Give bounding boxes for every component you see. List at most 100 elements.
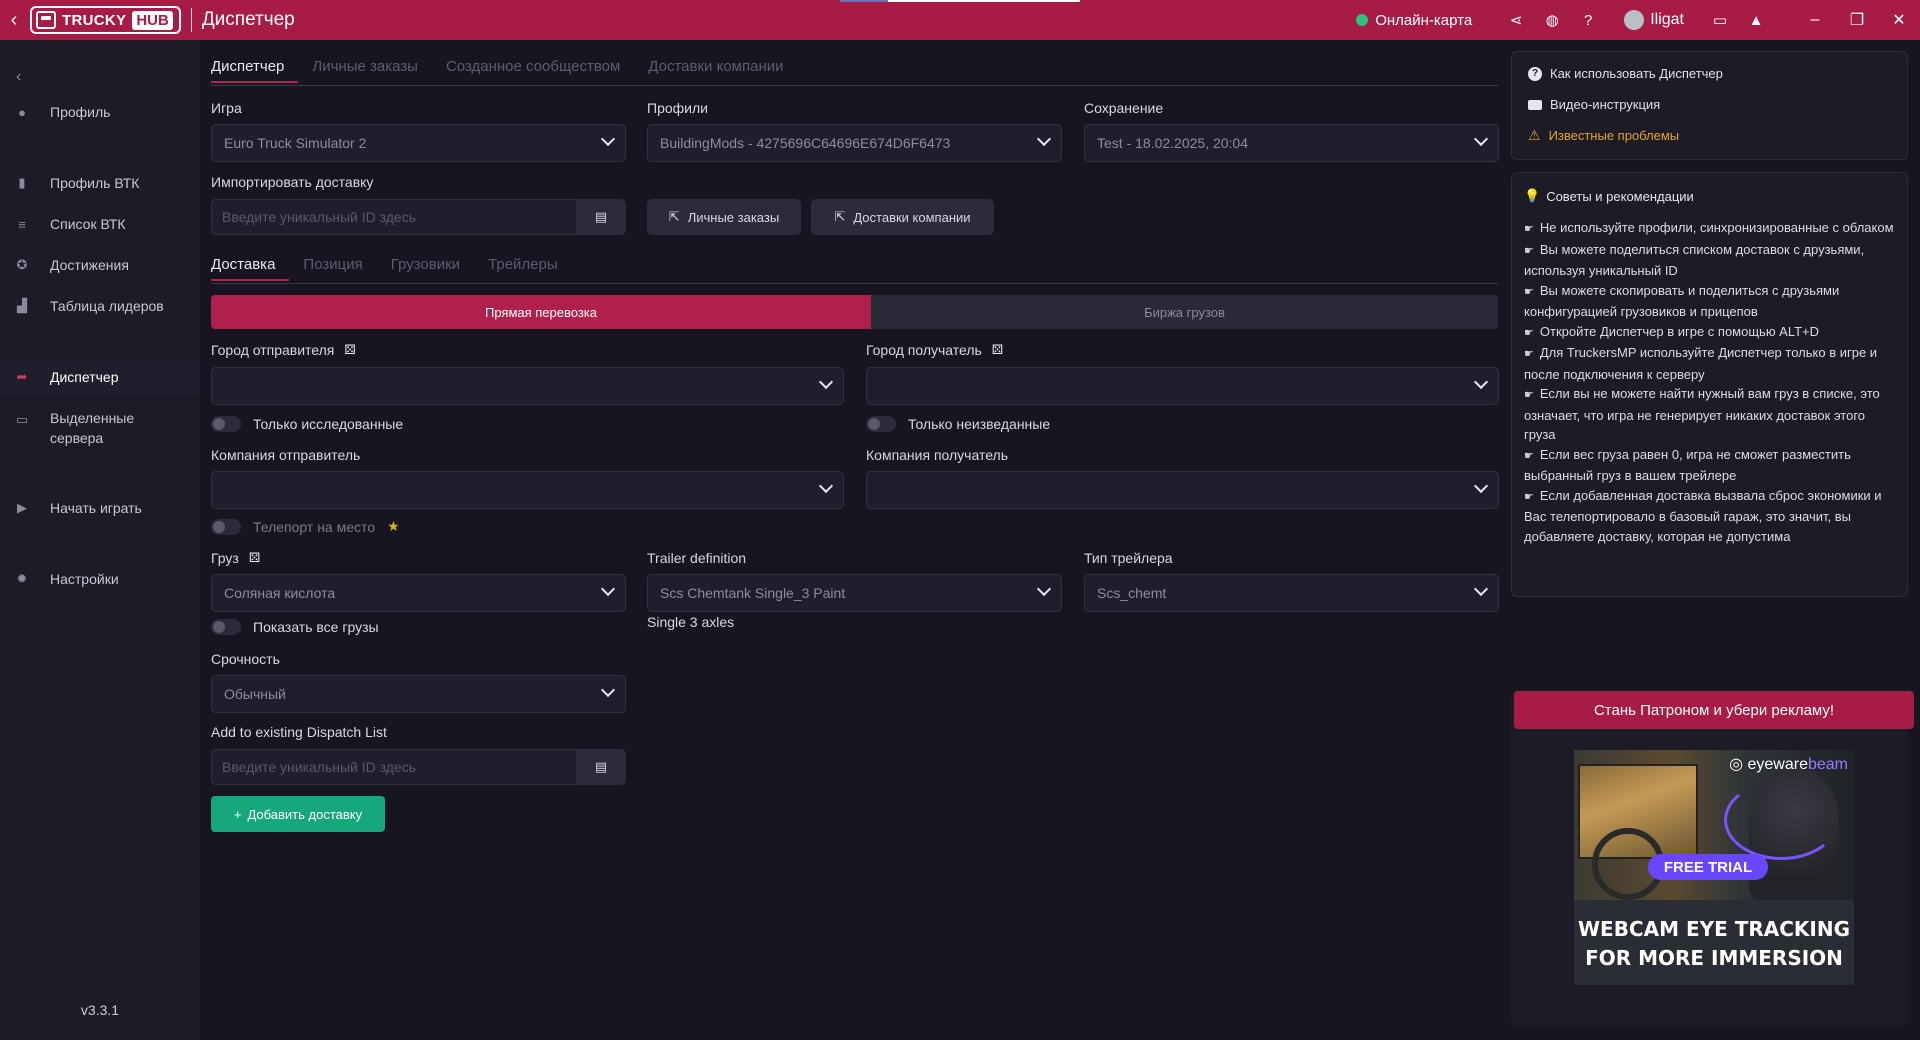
advertisement-banner[interactable]: ◎ eyewarebeam FREE TRIAL WEBCAM EYE TRAC… (1574, 750, 1854, 985)
sidebar-item-label: Выделенные сервера (50, 410, 135, 446)
user-menu[interactable]: Iligat (1624, 10, 1684, 30)
dice-icon[interactable]: ⚄ (344, 342, 355, 358)
ad-line-2: FOR MORE IMMERSION (1585, 946, 1843, 970)
cargo-select[interactable]: Соляная кислота (211, 574, 626, 612)
back-arrow-icon[interactable]: ‹ (0, 0, 28, 40)
free-trial-button[interactable]: FREE TRIAL (1648, 854, 1768, 880)
to-city-select[interactable] (866, 367, 1499, 405)
chat-icon[interactable]: ▭ (1702, 11, 1738, 29)
play-icon: ▶ (17, 500, 27, 515)
sidebar-item-settings[interactable]: ✹ Настройки (0, 560, 200, 598)
loading-indicator (840, 0, 1080, 2)
dispatch-icon: ➦ (16, 369, 28, 384)
ad-brand-b: beam (1807, 756, 1848, 773)
from-city-select[interactable] (211, 367, 844, 405)
freight-market-option[interactable]: Биржа грузов (871, 295, 1498, 329)
restore-icon[interactable]: ❐ (1836, 10, 1878, 30)
gear-icon: ✹ (16, 571, 28, 586)
trailer-definition-value: Scs Chemtank Single_3 Paint (660, 585, 846, 601)
only-explored-toggle[interactable]: Только исследованные (211, 416, 403, 432)
sidebar-item-label: Достижения (50, 257, 129, 273)
toggle-switch[interactable] (211, 619, 241, 635)
teleport-toggle[interactable]: Телепорт на место ★ (211, 518, 400, 535)
direct-transport-option[interactable]: Прямая перевозка (211, 295, 871, 329)
chevron-down-icon (600, 131, 616, 147)
sidebar-item-leaderboard[interactable]: ▟ Таблица лидеров (0, 287, 200, 325)
game-value: Euro Truck Simulator 2 (224, 135, 367, 151)
import-id-input[interactable]: Введите уникальный ID здесь (211, 199, 577, 235)
chevron-down-icon (1036, 581, 1052, 597)
game-select[interactable]: Euro Truck Simulator 2 (211, 124, 626, 162)
collapse-sidebar-icon[interactable]: ‹ (16, 68, 21, 86)
tab-personal-orders[interactable]: Личные заказы (312, 53, 432, 83)
become-patron-button[interactable]: Стань Патроном и убери рекламу! (1514, 691, 1914, 729)
tip-text: Если добавленная доставка вызвала сброс … (1524, 487, 1882, 544)
trailer-type-select[interactable]: Scs_chemt (1084, 574, 1499, 612)
sidebar-item-vtc-profile[interactable]: ▮ Профиль ВТК (0, 164, 200, 202)
tab-company-deliveries[interactable]: Доставки компании (648, 53, 797, 83)
only-unexplored-toggle[interactable]: Только неизведанные (866, 416, 1050, 432)
toggle-switch[interactable] (211, 416, 241, 432)
add-delivery-button[interactable]: + Добавить доставку (211, 796, 385, 832)
video-link[interactable]: Видео-инструкция (1528, 97, 1660, 112)
tab-trucks[interactable]: Грузовики (391, 251, 474, 281)
save-select[interactable]: Test - 18.02.2025, 20:04 (1084, 124, 1499, 162)
trailer-definition-select[interactable]: Scs Chemtank Single_3 Paint (647, 574, 1062, 612)
tip-text: Откройте Диспетчер в игре с помощью ALT+… (1539, 323, 1820, 339)
known-issues-label: Известные проблемы (1548, 128, 1680, 143)
cargo-label: Груз ⚄ (211, 550, 260, 566)
dispatch-list-input[interactable]: Введите уникальный ID здесь (211, 749, 577, 785)
close-icon[interactable]: ✕ (1878, 10, 1920, 30)
known-issues-link[interactable]: ⚠ Известные проблемы (1528, 127, 1679, 144)
sidebar-item-vtc-list[interactable]: ≡ Список ВТК (0, 205, 200, 243)
hand-icon: ☛ (1524, 449, 1534, 462)
sidebar-item-dispatcher[interactable]: ➦ Диспетчер (0, 358, 200, 396)
globe-icon[interactable]: ◍ (1534, 11, 1570, 29)
minimize-icon[interactable]: – (1794, 11, 1836, 29)
sidebar-item-start-playing[interactable]: ▶ Начать играть (0, 489, 200, 527)
hand-icon: ☛ (1524, 490, 1534, 503)
paste-button[interactable]: ▤ (576, 199, 626, 235)
sidebar-item-dedicated-servers[interactable]: ▭ Выделенные сервера (0, 402, 200, 454)
tab-delivery[interactable]: Доставка (211, 251, 290, 281)
dice-icon[interactable]: ⚄ (249, 550, 260, 566)
bell-icon[interactable]: ▲ (1738, 12, 1774, 29)
to-company-select[interactable] (866, 471, 1499, 509)
tab-position[interactable]: Позиция (303, 251, 376, 281)
company-deliveries-label: Доставки компании (853, 209, 971, 225)
profiles-select[interactable]: BuildingMods - 4275696C64696E674D6F6473 (647, 124, 1062, 162)
online-map-link[interactable]: Онлайн-карта (1356, 12, 1472, 29)
personal-orders-label: Личные заказы (687, 209, 780, 225)
company-deliveries-button[interactable]: ⇱ Доставки компании (811, 199, 994, 235)
tip-text: Если вы не можете найти нужный вам груз … (1524, 386, 1880, 442)
top-tabs: Диспетчер Личные заказы Созданное сообще… (211, 53, 811, 83)
sidebar: ‹ ● Профиль ▮ Профиль ВТК ≡ Список ВТК ✪… (0, 40, 200, 1040)
paste-button[interactable]: ▤ (576, 749, 626, 785)
tab-dispatcher[interactable]: Диспетчер (211, 53, 299, 83)
how-to-link[interactable]: ? Как использовать Диспетчер (1528, 66, 1723, 81)
from-company-select[interactable] (211, 471, 844, 509)
save-value: Test - 18.02.2025, 20:04 (1097, 135, 1248, 151)
personal-orders-button[interactable]: ⇱ Личные заказы (647, 199, 801, 235)
subtabs-divider (211, 283, 1498, 284)
share-icon[interactable]: ⋖ (1498, 11, 1534, 29)
sidebar-item-label: Таблица лидеров (50, 298, 164, 314)
show-all-cargo-toggle[interactable]: Показать все грузы (211, 619, 379, 635)
toggle-switch[interactable] (866, 416, 896, 432)
toggle-switch[interactable] (211, 518, 241, 535)
urgency-select[interactable]: Обычный (211, 675, 626, 713)
sidebar-item-label: Профиль (50, 104, 111, 120)
from-city-label: Город отправителя ⚄ (211, 342, 356, 358)
add-delivery-label: Добавить доставку (247, 806, 363, 822)
user-icon: ● (18, 104, 26, 120)
hand-icon: ☛ (1524, 389, 1534, 401)
hand-icon: ☛ (1524, 285, 1534, 298)
help-icon[interactable]: ? (1570, 12, 1606, 29)
tab-trailers[interactable]: Трейлеры (488, 251, 572, 281)
sidebar-item-achievements[interactable]: ✪ Достижения (0, 246, 200, 284)
show-all-cargo-label: Показать все грузы (253, 619, 379, 635)
tab-community-created[interactable]: Созданное сообществом (446, 53, 634, 83)
dice-icon[interactable]: ⚄ (992, 342, 1003, 358)
hand-icon: ☛ (1524, 223, 1534, 235)
sidebar-item-profile[interactable]: ● Профиль (0, 93, 200, 131)
